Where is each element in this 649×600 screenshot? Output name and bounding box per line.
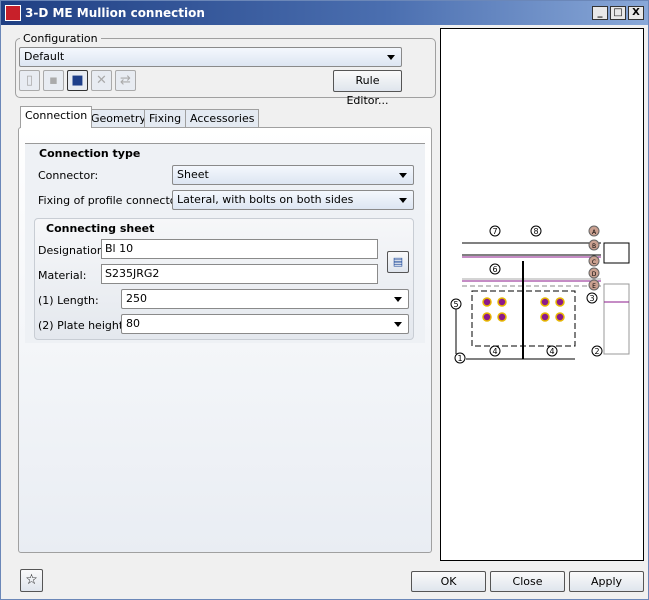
configuration-legend: Configuration — [23, 32, 98, 45]
save-icon[interactable]: ▪ — [43, 70, 64, 91]
connecting-sheet-title: Connecting sheet — [46, 222, 155, 235]
label-1: 1 — [457, 354, 462, 363]
tab-fixing[interactable]: Fixing — [144, 109, 187, 127]
label-8: 8 — [533, 227, 538, 236]
connector-label: Connector: — [38, 169, 99, 182]
label-6: 6 — [492, 265, 497, 274]
label-2: 2 — [594, 347, 599, 356]
label-B: B — [592, 243, 596, 250]
plate-height-label: (2) Plate height: — [38, 319, 127, 332]
connector-select[interactable]: Sheet — [172, 165, 414, 185]
save-as-icon[interactable]: ■ — [67, 70, 88, 91]
window-title: 3-D ME Mullion connection — [25, 6, 205, 20]
bolt — [540, 297, 550, 307]
tab-accessories[interactable]: Accessories — [185, 109, 260, 127]
minimize-button[interactable]: _ — [592, 6, 608, 20]
bolt — [482, 312, 492, 322]
tab-geometry[interactable]: Geometry — [86, 109, 151, 127]
label-E: E — [592, 283, 596, 290]
configuration-select[interactable]: Default — [19, 47, 402, 67]
favorites-star-icon[interactable]: ☆ — [20, 569, 43, 592]
label-3: 3 — [589, 294, 594, 303]
connection-type-title: Connection type — [37, 147, 143, 160]
preview-panel: 7 8 6 5 1 4 4 2 3 A B C D E — [440, 28, 644, 561]
rule-editor-button[interactable]: Rule Editor... — [333, 70, 402, 107]
dialog-window: 3-D ME Mullion connection _ □ X Configur… — [0, 0, 649, 600]
bolt — [555, 312, 565, 322]
ok-button[interactable]: OK — [411, 571, 486, 592]
connection-diagram: 7 8 6 5 1 4 4 2 3 A B C D E — [450, 225, 630, 364]
app-icon — [5, 5, 21, 21]
apply-button[interactable]: Apply — [569, 571, 644, 592]
label-D: D — [592, 271, 597, 278]
section-top — [603, 242, 630, 264]
label-7: 7 — [492, 227, 497, 236]
bolt — [497, 312, 507, 322]
title-bar: 3-D ME Mullion connection _ □ X — [1, 1, 648, 25]
maximize-button[interactable]: □ — [610, 6, 626, 20]
designation-input[interactable]: Bl 10 — [101, 239, 378, 259]
plate-height-select[interactable]: 80 — [121, 314, 409, 334]
material-catalog-icon[interactable]: ▤ — [387, 251, 409, 273]
delete-icon[interactable]: ✕ — [91, 70, 112, 91]
new-icon[interactable]: ▯ — [19, 70, 40, 91]
designation-label: Designation: — [38, 244, 108, 257]
fixing-label: Fixing of profile connector: — [38, 194, 185, 207]
material-label: Material: — [38, 269, 87, 282]
bolt — [497, 297, 507, 307]
material-input[interactable]: S235JRG2 — [101, 264, 378, 284]
bolt — [540, 312, 550, 322]
tab-connection[interactable]: Connection — [20, 106, 93, 128]
refresh-icon[interactable]: ⇄ — [115, 70, 136, 91]
section-profile — [603, 283, 630, 355]
label-C: C — [592, 259, 596, 266]
label-4b: 4 — [549, 347, 554, 356]
close-window-button[interactable]: X — [628, 6, 644, 20]
length-select[interactable]: 250 — [121, 289, 409, 309]
close-button[interactable]: Close — [490, 571, 565, 592]
label-4a: 4 — [492, 347, 497, 356]
length-label: (1) Length: — [38, 294, 99, 307]
bolt — [555, 297, 565, 307]
fixing-select[interactable]: Lateral, with bolts on both sides — [172, 190, 414, 210]
bolt — [482, 297, 492, 307]
label-5: 5 — [453, 300, 458, 309]
